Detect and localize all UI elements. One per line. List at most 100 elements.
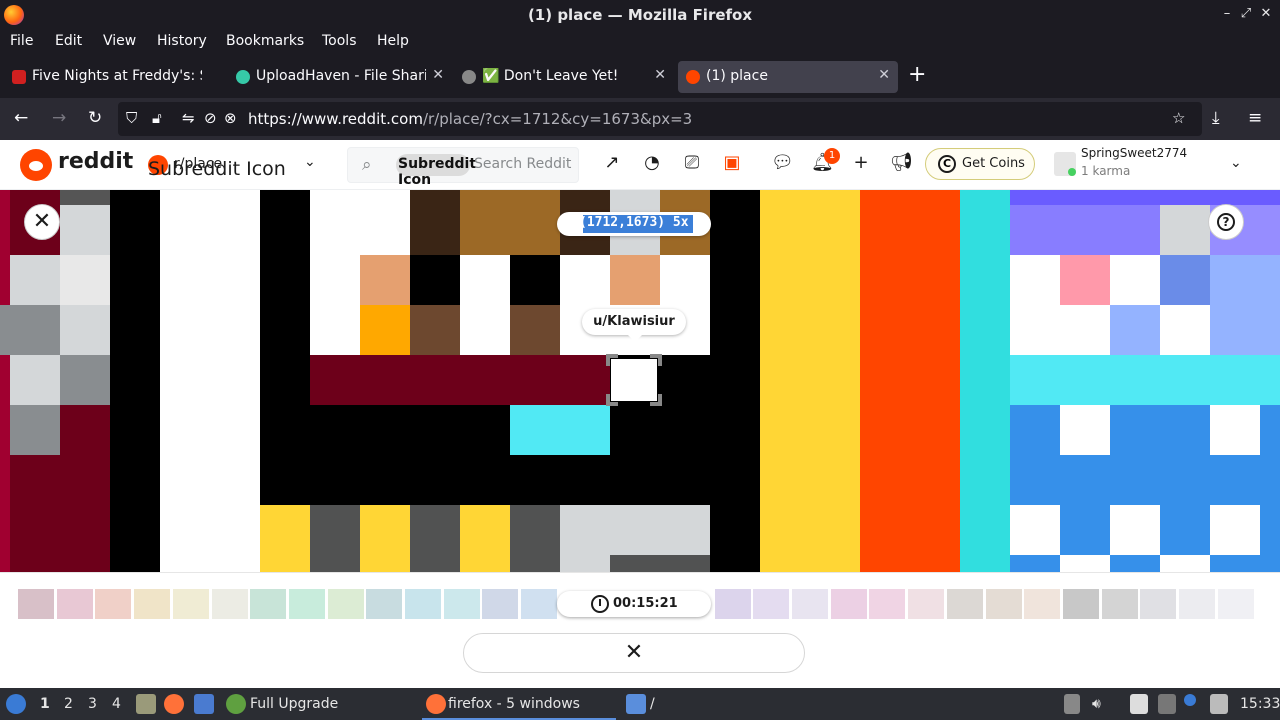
permissions-icon[interactable]: ⇋ [182,109,195,127]
search-input[interactable]: Search Reddit [474,156,571,172]
color-swatch[interactable] [1179,589,1215,619]
menu-view[interactable]: View [103,33,136,49]
tab-place[interactable]: (1) place ✕ [678,61,898,93]
url-text[interactable]: https://www.reddit.com/r/place/?cx=1712&… [248,110,692,128]
notes-icon[interactable] [1210,694,1228,714]
pixel-reticle[interactable] [606,354,662,406]
cancel-button[interactable]: ✕ [463,633,805,673]
url-bar[interactable]: ⛉ 🔓︎ ⇋ ⊘ ⊗ https://www.reddit.com/r/plac… [118,102,1202,136]
camera-blocked-icon[interactable]: ⊘ [204,109,217,127]
search-bar[interactable]: ⌕ Subreddit Icon Search Reddit [347,147,579,188]
forward-button[interactable]: → [52,108,66,128]
username[interactable]: SpringSweet2774 [1081,146,1187,160]
menu-file[interactable]: File [10,33,33,49]
desktop-icon[interactable] [194,694,214,714]
downloads-icon[interactable]: ⤓ [1212,108,1220,128]
menu-history[interactable]: History [157,33,207,49]
menu-tools[interactable]: Tools [322,33,357,49]
reload-button[interactable]: ↻ [88,108,102,128]
color-swatch[interactable] [1101,589,1138,619]
rpan-icon[interactable]: ⎚ [681,152,703,174]
create-post-icon[interactable]: + [850,152,872,174]
get-coins-button[interactable]: C Get Coins [925,148,1035,180]
tab-fnaf[interactable]: Five Nights at Freddy's: S [4,61,220,93]
back-button[interactable]: ← [14,108,28,128]
color-swatch[interactable] [134,589,171,619]
hamburger-menu-icon[interactable]: ≡ [1248,108,1262,128]
clipboard-icon[interactable] [1130,694,1148,714]
color-swatch[interactable] [95,589,132,619]
tab-close-icon[interactable]: ✕ [654,67,666,83]
battery-icon[interactable] [1064,694,1080,714]
color-swatch[interactable] [482,589,519,619]
folder-task-label[interactable]: / [650,696,655,712]
color-swatch[interactable] [714,589,751,619]
color-swatch[interactable] [211,589,248,619]
lock-icon[interactable]: 🔓︎ [152,109,162,127]
color-swatch[interactable] [830,589,867,619]
color-swatch[interactable] [366,589,403,619]
color-swatch[interactable] [405,589,441,619]
network-icon[interactable] [1158,694,1176,714]
autoplay-blocked-icon[interactable]: ⊗ [224,109,237,127]
color-swatch[interactable] [753,589,790,619]
color-swatch[interactable] [946,589,983,619]
tab-close-icon[interactable]: ✕ [878,67,890,83]
color-swatch[interactable] [1217,589,1254,619]
workspace-3[interactable]: 3 [88,696,97,712]
reddit-wordmark[interactable]: reddit [58,149,133,174]
menu-bookmarks[interactable]: Bookmarks [226,33,304,49]
color-swatch[interactable] [443,589,480,619]
color-swatch[interactable] [985,589,1022,619]
chat-icon[interactable]: 💬︎ [771,152,794,174]
color-swatch[interactable] [1140,589,1177,619]
close-place-button[interactable]: ✕ [24,204,60,240]
new-tab-button[interactable]: + [908,64,926,86]
workspace-4[interactable]: 4 [112,696,121,712]
popular-icon[interactable]: ↗ [601,152,623,174]
firefox-task[interactable]: firefox - 5 windows [422,688,616,720]
color-swatch[interactable] [908,589,945,619]
maximize-button[interactable]: ⤢ [1237,6,1255,21]
color-swatch[interactable] [250,589,287,619]
tab-close-icon[interactable]: ✕ [432,67,444,83]
tab-favicon-icon [686,70,700,84]
update-notification-icon[interactable] [1184,694,1196,706]
user-menu-chevron-icon[interactable]: ⌄ [1230,155,1242,171]
color-swatch[interactable] [56,589,93,619]
firefox-launcher-icon[interactable] [164,694,184,714]
place-icon[interactable]: ▣ [721,152,743,174]
bookmark-star-icon[interactable]: ☆ [1172,109,1185,127]
color-swatch[interactable] [18,589,54,619]
all-icon[interactable]: ◔ [641,152,663,174]
color-swatch[interactable] [869,589,906,619]
color-swatch[interactable] [521,589,558,619]
start-menu-icon[interactable] [6,694,26,714]
help-button[interactable]: ? [1208,204,1244,240]
shield-icon[interactable]: ⛉ [126,109,137,127]
tab-dont-leave[interactable]: ✅ Don't Leave Yet! ✕ [454,61,674,93]
workspace-1[interactable]: 1 [40,696,50,712]
tab-uploadhaven[interactable]: UploadHaven - File Sharin ✕ [228,61,452,93]
reddit-logo-icon[interactable] [20,149,52,181]
file-manager-icon[interactable] [136,694,156,714]
chevron-down-icon[interactable]: ⌄ [304,154,316,170]
minimize-button[interactable]: – [1218,6,1236,21]
volume-icon[interactable]: 🔊︎ [1092,696,1101,712]
folder-icon[interactable] [626,694,646,714]
full-upgrade-task[interactable]: Full Upgrade [250,696,338,712]
color-swatch[interactable] [327,589,364,619]
pixel-owner-tag[interactable]: u/Klawisiur [582,309,686,342]
color-swatch[interactable] [172,589,209,619]
workspace-2[interactable]: 2 [64,696,73,712]
menu-edit[interactable]: Edit [55,33,82,49]
color-swatch[interactable] [1024,589,1061,619]
reticle-corner [606,394,618,406]
color-swatch[interactable] [1062,589,1099,619]
color-swatch[interactable] [792,589,828,619]
menu-help[interactable]: Help [377,33,409,49]
advertise-icon[interactable]: 📢︎ [890,152,913,174]
close-window-button[interactable]: ✕ [1257,6,1275,21]
coordinates-pill[interactable]: (1712,1673) 5x [557,212,711,236]
color-swatch[interactable] [288,589,325,619]
